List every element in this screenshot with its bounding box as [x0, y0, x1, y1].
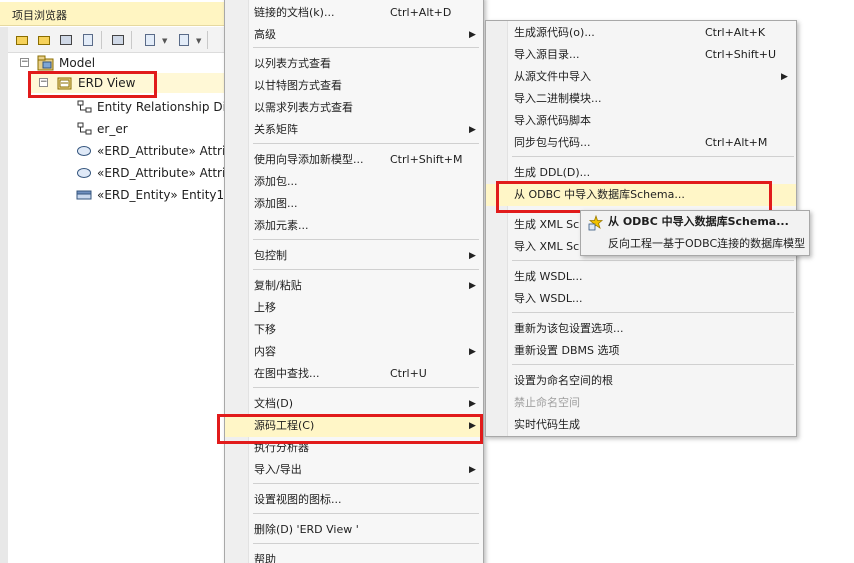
ellipse-icon — [77, 168, 91, 178]
menu-item-add-model-wizard[interactable]: 使用向导添加新模型... Ctrl+Shift+M — [225, 149, 483, 171]
diagram-icon — [77, 122, 92, 135]
tree-node-attribute[interactable]: «ERD_Attribute» Attrib — [0, 163, 240, 183]
entity-icon — [76, 190, 92, 200]
new-model-icon[interactable] — [14, 32, 30, 48]
tree-node-diagram[interactable]: Entity Relationship Dia — [0, 97, 240, 117]
tree-node-entity[interactable]: «ERD_Entity» Entity1 — [0, 185, 240, 205]
menu-item-add-package[interactable]: 添加包... — [225, 171, 483, 193]
project-browser-toolbar: ▼ ▼ — [0, 27, 240, 53]
diagram-icon — [77, 100, 92, 113]
tree-node-label: «ERD_Attribute» Attrib — [97, 166, 233, 180]
menu-item-import-wsdl[interactable]: 导入 WSDL... — [486, 288, 796, 310]
tree-node-label: Model — [59, 56, 96, 70]
tree-node-label: Entity Relationship Dia — [97, 100, 234, 114]
menu-item-import-export[interactable]: 导入/导出 ▶ — [225, 459, 483, 481]
menu-item-help[interactable]: 帮助 — [225, 549, 483, 563]
menu-item-import-odbc-schema[interactable]: 从 ODBC 中导入数据库Schema... — [486, 184, 796, 206]
menu-item-documentation[interactable]: 文档(D) ▶ — [225, 393, 483, 415]
menu-item-import-from-source-files[interactable]: 从源文件中导入 ▶ — [486, 66, 796, 88]
menu-item-move-up[interactable]: 上移 — [225, 297, 483, 319]
new-element-icon[interactable] — [80, 32, 96, 48]
menu-item-linked-document[interactable]: 链接的文档(k)... Ctrl+Alt+D — [225, 2, 483, 24]
menu-item-contents[interactable]: 内容 ▶ — [225, 341, 483, 363]
menu-item-generate-source[interactable]: 生成源代码(o)... Ctrl+Alt+K — [486, 22, 796, 44]
odbc-tooltip-menu: 从 ODBC 中导入数据库Schema... 反向工程一基于ODBC连接的数据库… — [580, 210, 810, 256]
submenu-arrow-icon: ▶ — [781, 72, 788, 82]
collapse-toggle[interactable]: − — [20, 58, 29, 67]
submenu-arrow-icon: ▶ — [469, 465, 476, 475]
menu-item-view-as-list[interactable]: 以列表方式查看 — [225, 53, 483, 75]
project-browser-header: 项目浏览器 — [0, 2, 240, 26]
tree-node-diagram[interactable]: er_er — [0, 119, 240, 139]
submenu-arrow-icon: ▶ — [469, 125, 476, 135]
menu-item-copy-paste[interactable]: 复制/粘贴 ▶ — [225, 275, 483, 297]
submenu-arrow-icon: ▶ — [469, 347, 476, 357]
submenu-arrow-icon: ▶ — [469, 399, 476, 409]
menu-item-reset-package-options[interactable]: 重新为该包设置选项... — [486, 318, 796, 340]
menu-item-view-as-requirements[interactable]: 以需求列表方式查看 — [225, 97, 483, 119]
copy-icon[interactable] — [176, 32, 192, 48]
document-icon[interactable] — [142, 32, 158, 48]
submenu-arrow-icon: ▶ — [469, 251, 476, 261]
submenu-arrow-icon: ▶ — [469, 281, 476, 291]
menu-item-import-source-script[interactable]: 导入源代码脚本 — [486, 110, 796, 132]
tree-node-label: «ERD_Entity» Entity1 — [97, 188, 225, 202]
menu-item-set-namespace-root[interactable]: 设置为命名空间的根 — [486, 370, 796, 392]
submenu-arrow-icon: ▶ — [469, 30, 476, 40]
binoculars-icon[interactable] — [110, 32, 126, 48]
menu-item-execution-analyzer[interactable]: 执行分析器 — [225, 437, 483, 459]
new-diagram-icon[interactable] — [58, 32, 74, 48]
menu-item-import-binary-module[interactable]: 导入二进制模块... — [486, 88, 796, 110]
menu-item-add-element[interactable]: 添加元素... — [225, 215, 483, 237]
menu-item-sync-package[interactable]: 同步包与代码... Ctrl+Alt+M — [486, 132, 796, 154]
project-browser-panel: 项目浏览器 ▼ ▼ − Model − ERD View Entity Rela… — [0, 0, 240, 563]
project-browser-title: 项目浏览器 — [12, 9, 67, 22]
menu-item-reset-dbms-options[interactable]: 重新设置 DBMS 选项 — [486, 340, 796, 362]
ellipse-icon — [77, 146, 91, 156]
menu-item-disable-namespace: 禁止命名空间 — [514, 396, 580, 409]
new-package-icon[interactable] — [36, 32, 52, 48]
menu-item-import-source-dir[interactable]: 导入源目录... Ctrl+Shift+U — [486, 44, 796, 66]
menu-item-add-diagram[interactable]: 添加图... — [225, 193, 483, 215]
menu-item-relationship-matrix[interactable]: 关系矩阵 ▶ — [225, 119, 483, 141]
tree-node-model[interactable]: − Model — [0, 53, 240, 73]
menu-item-move-down[interactable]: 下移 — [225, 319, 483, 341]
menu-item-find-in-diagrams[interactable]: 在图中查找... Ctrl+U — [225, 363, 483, 385]
menu-item-code-engineering[interactable]: 源码工程(C) ▶ — [225, 415, 483, 437]
context-menu: 链接的文档(k)... Ctrl+Alt+D 高级 ▶ 以列表方式查看 以甘特图方式… — [224, 0, 484, 563]
erd-view-highlight-box — [28, 71, 157, 98]
menu-item-live-code-generation[interactable]: 实时代码生成 — [486, 414, 796, 436]
submenu-arrow-icon: ▶ — [469, 421, 476, 431]
chevron-down-icon[interactable]: ▼ — [196, 37, 201, 45]
menu-item-package-control[interactable]: 包控制 ▶ — [225, 245, 483, 267]
tooltip-title[interactable]: 从 ODBC 中导入数据库Schema... — [581, 211, 809, 233]
tooltip-description: 反向工程一基于ODBC连接的数据库模型 — [608, 237, 806, 250]
menu-item-advanced[interactable]: 高级 ▶ — [225, 24, 483, 46]
tree-node-label: «ERD_Attribute» Attrib — [97, 144, 233, 158]
menu-item-generate-wsdl[interactable]: 生成 WSDL... — [486, 266, 796, 288]
menu-item-delete[interactable]: 删除(D) 'ERD View ' — [225, 519, 483, 541]
tree-node-attribute[interactable]: «ERD_Attribute» Attrib — [0, 141, 240, 161]
chevron-down-icon[interactable]: ▼ — [162, 37, 167, 45]
menu-item-view-as-gantt[interactable]: 以甘特图方式查看 — [225, 75, 483, 97]
menu-item-set-view-icon[interactable]: 设置视图的图标... — [225, 489, 483, 511]
tree-node-label: er_er — [97, 122, 128, 136]
model-package-icon — [37, 55, 54, 71]
menu-item-generate-ddl[interactable]: 生成 DDL(D)... — [486, 162, 796, 184]
